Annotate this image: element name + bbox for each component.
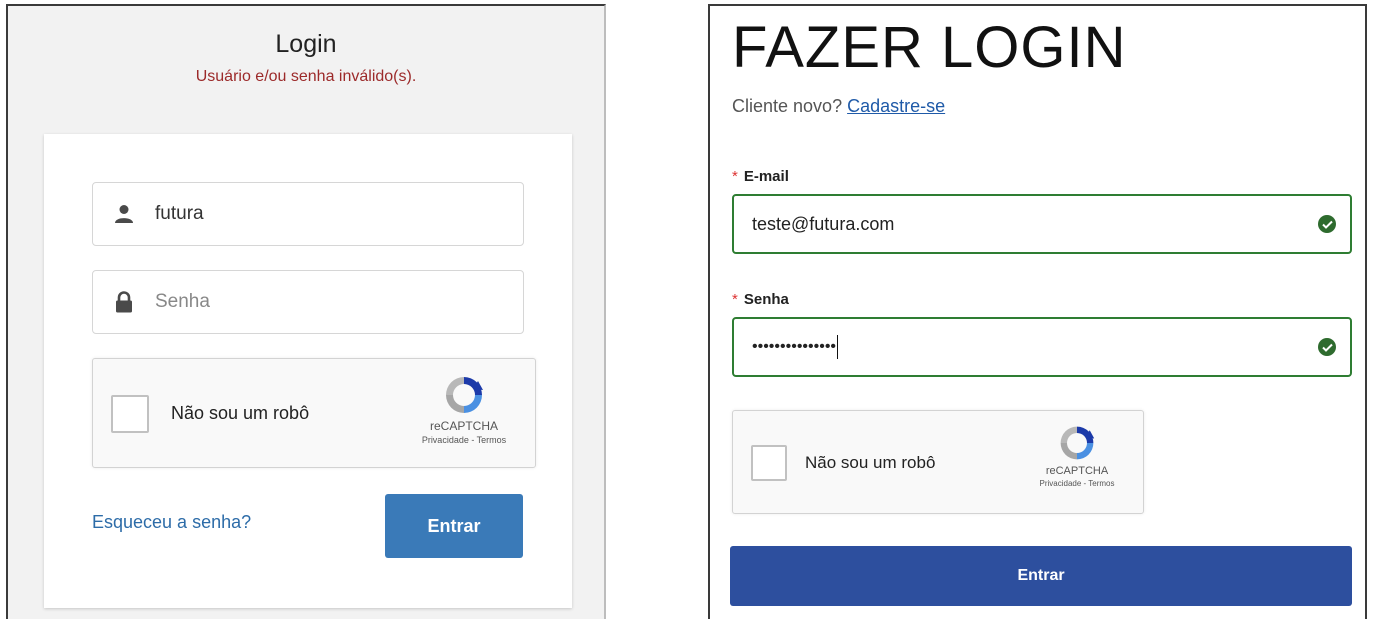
recaptcha-label: Não sou um robô — [171, 403, 310, 423]
required-mark: * — [732, 168, 738, 185]
recaptcha-logo-icon — [1060, 426, 1095, 460]
text-caret — [837, 335, 839, 359]
recaptcha-widget: Não sou um robô reCAPTCHA Privacidade - … — [732, 410, 1144, 514]
email-value: teste@futura.com — [752, 213, 895, 234]
recaptcha-brand: reCAPTCHA Privacidade - Termos — [399, 373, 529, 445]
register-link[interactable]: Cadastre-se — [847, 96, 945, 116]
password-placeholder: Senha — [155, 291, 210, 312]
recaptcha-links[interactable]: Privacidade - Termos — [1017, 479, 1137, 488]
password-field[interactable]: Senha — [92, 270, 524, 334]
user-icon — [113, 203, 135, 225]
left-login-panel: Login Usuário e/ou senha inválido(s). fu… — [6, 4, 606, 619]
recaptcha-label: Não sou um robô — [805, 453, 936, 472]
username-value: futura — [155, 203, 204, 224]
login-card: futura Senha Não sou um robô reCAPTCHA P… — [44, 134, 572, 608]
username-field[interactable]: futura — [92, 182, 524, 246]
page-title: FAZER LOGIN — [732, 15, 1127, 80]
right-login-panel: FAZER LOGIN Cliente novo? Cadastre-se * E… — [708, 4, 1367, 619]
check-circle-icon — [1318, 338, 1336, 356]
recaptcha-checkbox[interactable] — [751, 445, 787, 481]
password-value: ••••••••••••••• — [752, 338, 837, 356]
recaptcha-logo-icon — [446, 377, 483, 413]
email-label-text: E-mail — [743, 168, 789, 185]
forgot-password-link[interactable]: Esqueceu a senha? — [92, 512, 251, 533]
check-circle-icon — [1318, 215, 1336, 233]
register-prompt: Cliente novo? Cadastre-se — [732, 96, 945, 117]
required-mark: * — [732, 291, 738, 308]
new-customer-text: Cliente novo? — [732, 96, 843, 116]
recaptcha-checkbox[interactable] — [111, 395, 149, 433]
login-submit-button[interactable]: Entrar — [730, 546, 1352, 606]
lock-icon — [113, 291, 135, 313]
login-submit-button[interactable]: Entrar — [385, 494, 523, 558]
password-label-text: Senha — [743, 291, 789, 308]
password-label: * Senha — [732, 291, 789, 308]
login-error-message: Usuário e/ou senha inválido(s). — [195, 68, 417, 85]
email-label: * E-mail — [732, 168, 789, 185]
recaptcha-brand-name: reCAPTCHA — [1045, 465, 1109, 477]
password-value-wrap: ••••••••••••••• — [752, 335, 839, 359]
recaptcha-brand: reCAPTCHA Privacidade - Termos — [1017, 423, 1137, 488]
recaptcha-widget: Não sou um robô reCAPTCHA Privacidade - … — [92, 358, 536, 468]
password-field[interactable]: ••••••••••••••• — [732, 317, 1352, 377]
email-field[interactable]: teste@futura.com — [732, 194, 1352, 254]
login-title: Login — [275, 30, 337, 58]
recaptcha-brand-name: reCAPTCHA — [429, 419, 498, 433]
recaptcha-links[interactable]: Privacidade - Termos — [399, 435, 529, 445]
